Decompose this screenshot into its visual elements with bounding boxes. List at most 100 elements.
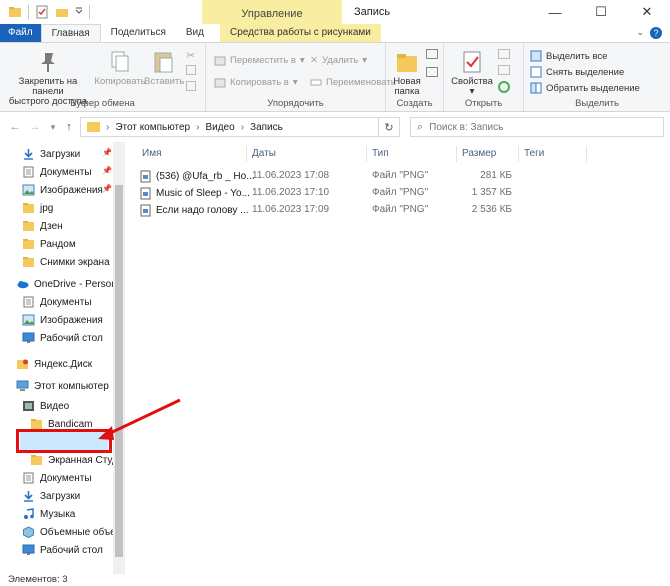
sidebar-item[interactable]: Рабочий стол: [22, 541, 103, 559]
cloud-icon: [16, 278, 29, 290]
pictures-icon: [22, 314, 35, 326]
sidebar-item[interactable]: jpg: [22, 199, 53, 217]
properties-button[interactable]: Свойства ▾: [450, 49, 494, 97]
table-row[interactable]: Если надо голову ...: [140, 202, 249, 219]
navigation-bar: ← → ▾ ↑ › Этот компьютер › Видео › Запис…: [0, 112, 670, 142]
open-icon[interactable]: [498, 49, 510, 59]
chevron-right-icon[interactable]: ›: [196, 122, 199, 133]
search-box[interactable]: ⌕: [410, 117, 664, 137]
up-button[interactable]: ↑: [62, 119, 76, 135]
easy-access-icon[interactable]: [426, 67, 438, 77]
new-item-icon[interactable]: [426, 49, 438, 59]
table-row[interactable]: Music of Sleep - Yo...: [140, 185, 250, 202]
select-all-button[interactable]: Выделить все: [530, 49, 607, 63]
sidebar-item[interactable]: Видео: [22, 397, 69, 415]
forward-button[interactable]: →: [28, 119, 42, 135]
copy-to-button[interactable]: Копировать в ▾: [214, 75, 298, 89]
column-name[interactable]: Имя: [142, 148, 161, 159]
folder-icon[interactable]: [8, 5, 22, 19]
tab-view[interactable]: Вид: [176, 24, 214, 42]
breadcrumb-this-pc[interactable]: Этот компьютер: [115, 122, 190, 133]
history-icon[interactable]: [498, 81, 510, 93]
column-separator[interactable]: [246, 146, 247, 162]
folder-icon: [87, 122, 100, 132]
chevron-right-icon[interactable]: ›: [241, 122, 244, 133]
sidebar-item-label: jpg: [40, 202, 54, 214]
column-type[interactable]: Тип: [372, 148, 389, 159]
invert-selection-button[interactable]: Обратить выделение: [530, 81, 640, 95]
group-select-label: Выделить: [575, 98, 619, 109]
column-separator[interactable]: [518, 146, 519, 162]
sidebar-item[interactable]: Дзен: [22, 217, 63, 235]
sidebar-item[interactable]: Снимки экрана: [22, 253, 110, 271]
column-separator[interactable]: [366, 146, 367, 162]
highlight-box: [16, 429, 112, 453]
sidebar-item[interactable]: Изображения: [22, 311, 103, 329]
breadcrumb-video[interactable]: Видео: [205, 122, 234, 133]
back-button[interactable]: ←: [8, 119, 22, 135]
sidebar-item[interactable]: Документы: [22, 469, 92, 487]
tab-share[interactable]: Поделиться: [101, 24, 176, 42]
chevron-down-icon: ▾: [299, 54, 305, 66]
yandex-disk-icon: [16, 358, 29, 370]
new-folder-button[interactable]: Новая папка: [390, 49, 424, 97]
close-button[interactable]: ✕: [624, 0, 670, 24]
chevron-down-icon[interactable]: ⌄: [636, 27, 644, 39]
copy-path-icon[interactable]: [186, 65, 196, 75]
column-date[interactable]: Даты: [252, 148, 276, 159]
select-none-button[interactable]: Снять выделение: [530, 65, 624, 79]
sidebar-item[interactable]: Яндекс.Диск: [16, 355, 92, 373]
copy-label: Копировать: [94, 76, 146, 87]
column-tags[interactable]: Теги: [524, 148, 544, 159]
select-all-icon: [530, 50, 542, 62]
move-to-button[interactable]: Переместить в ▾: [214, 53, 305, 67]
sidebar-item[interactable]: Загрузки: [22, 145, 80, 163]
breadcrumb-recording[interactable]: Запись: [250, 122, 283, 133]
nav-scrollbar-thumb[interactable]: [115, 185, 123, 557]
download-icon: [22, 490, 35, 502]
download-icon: [22, 148, 35, 160]
sidebar-item[interactable]: Музыка: [22, 505, 75, 523]
sidebar-item[interactable]: Изображения: [22, 181, 103, 199]
sidebar-item[interactable]: Экранная Студи: [30, 451, 124, 469]
sidebar-item[interactable]: Загрузки: [22, 487, 80, 505]
file-size: 2 536 КБ: [471, 204, 512, 215]
chevron-down-icon[interactable]: [75, 5, 83, 19]
copy-button[interactable]: Копировать: [94, 49, 146, 87]
rename-button[interactable]: Переименовать: [310, 75, 396, 89]
recent-locations-button[interactable]: ▾: [46, 119, 60, 135]
new-folder-icon[interactable]: [55, 5, 69, 19]
sidebar-item[interactable]: OneDrive - Personal: [16, 275, 125, 293]
sidebar-item-label: OneDrive - Personal: [34, 278, 125, 290]
delete-button[interactable]: ✕ Удалить ▾: [310, 53, 367, 67]
search-input[interactable]: [429, 121, 630, 133]
sidebar-item-label: Документы: [40, 472, 92, 484]
folder-icon: [22, 220, 35, 232]
column-separator[interactable]: [456, 146, 457, 162]
group-open-label: Открыть: [464, 98, 503, 109]
cut-icon[interactable]: ✂: [186, 49, 195, 62]
tab-file[interactable]: Файл: [0, 24, 41, 42]
help-icon[interactable]: ?: [650, 27, 662, 39]
minimize-button[interactable]: —: [532, 0, 578, 24]
sidebar-item[interactable]: Рабочий стол: [22, 329, 103, 347]
sidebar-item[interactable]: Рандом: [22, 235, 76, 253]
sidebar-item[interactable]: Документы: [22, 293, 92, 311]
tab-picture-tools[interactable]: Средства работы с рисунками: [219, 24, 381, 42]
sidebar-item-label: Снимки экрана: [40, 256, 110, 268]
column-size[interactable]: Размер: [462, 148, 496, 159]
properties-check-icon[interactable]: [35, 5, 49, 19]
paste-button[interactable]: Вставить: [144, 49, 184, 87]
address-bar[interactable]: › Этот компьютер › Видео › Запись: [80, 117, 400, 137]
refresh-button[interactable]: ↻: [378, 117, 400, 137]
paste-shortcut-icon[interactable]: [186, 81, 196, 91]
tab-home[interactable]: Главная: [40, 24, 101, 42]
table-row[interactable]: (536) @Ufa_rb _ Ho...: [140, 168, 255, 185]
chevron-right-icon[interactable]: ›: [106, 122, 109, 133]
maximize-button[interactable]: ☐: [578, 0, 624, 24]
sidebar-item[interactable]: Этот компьютер: [16, 377, 109, 395]
sidebar-item[interactable]: Документы: [22, 163, 92, 181]
edit-icon[interactable]: [498, 65, 510, 75]
sidebar-item[interactable]: Объемные объек: [22, 523, 120, 541]
column-separator[interactable]: [586, 146, 587, 162]
